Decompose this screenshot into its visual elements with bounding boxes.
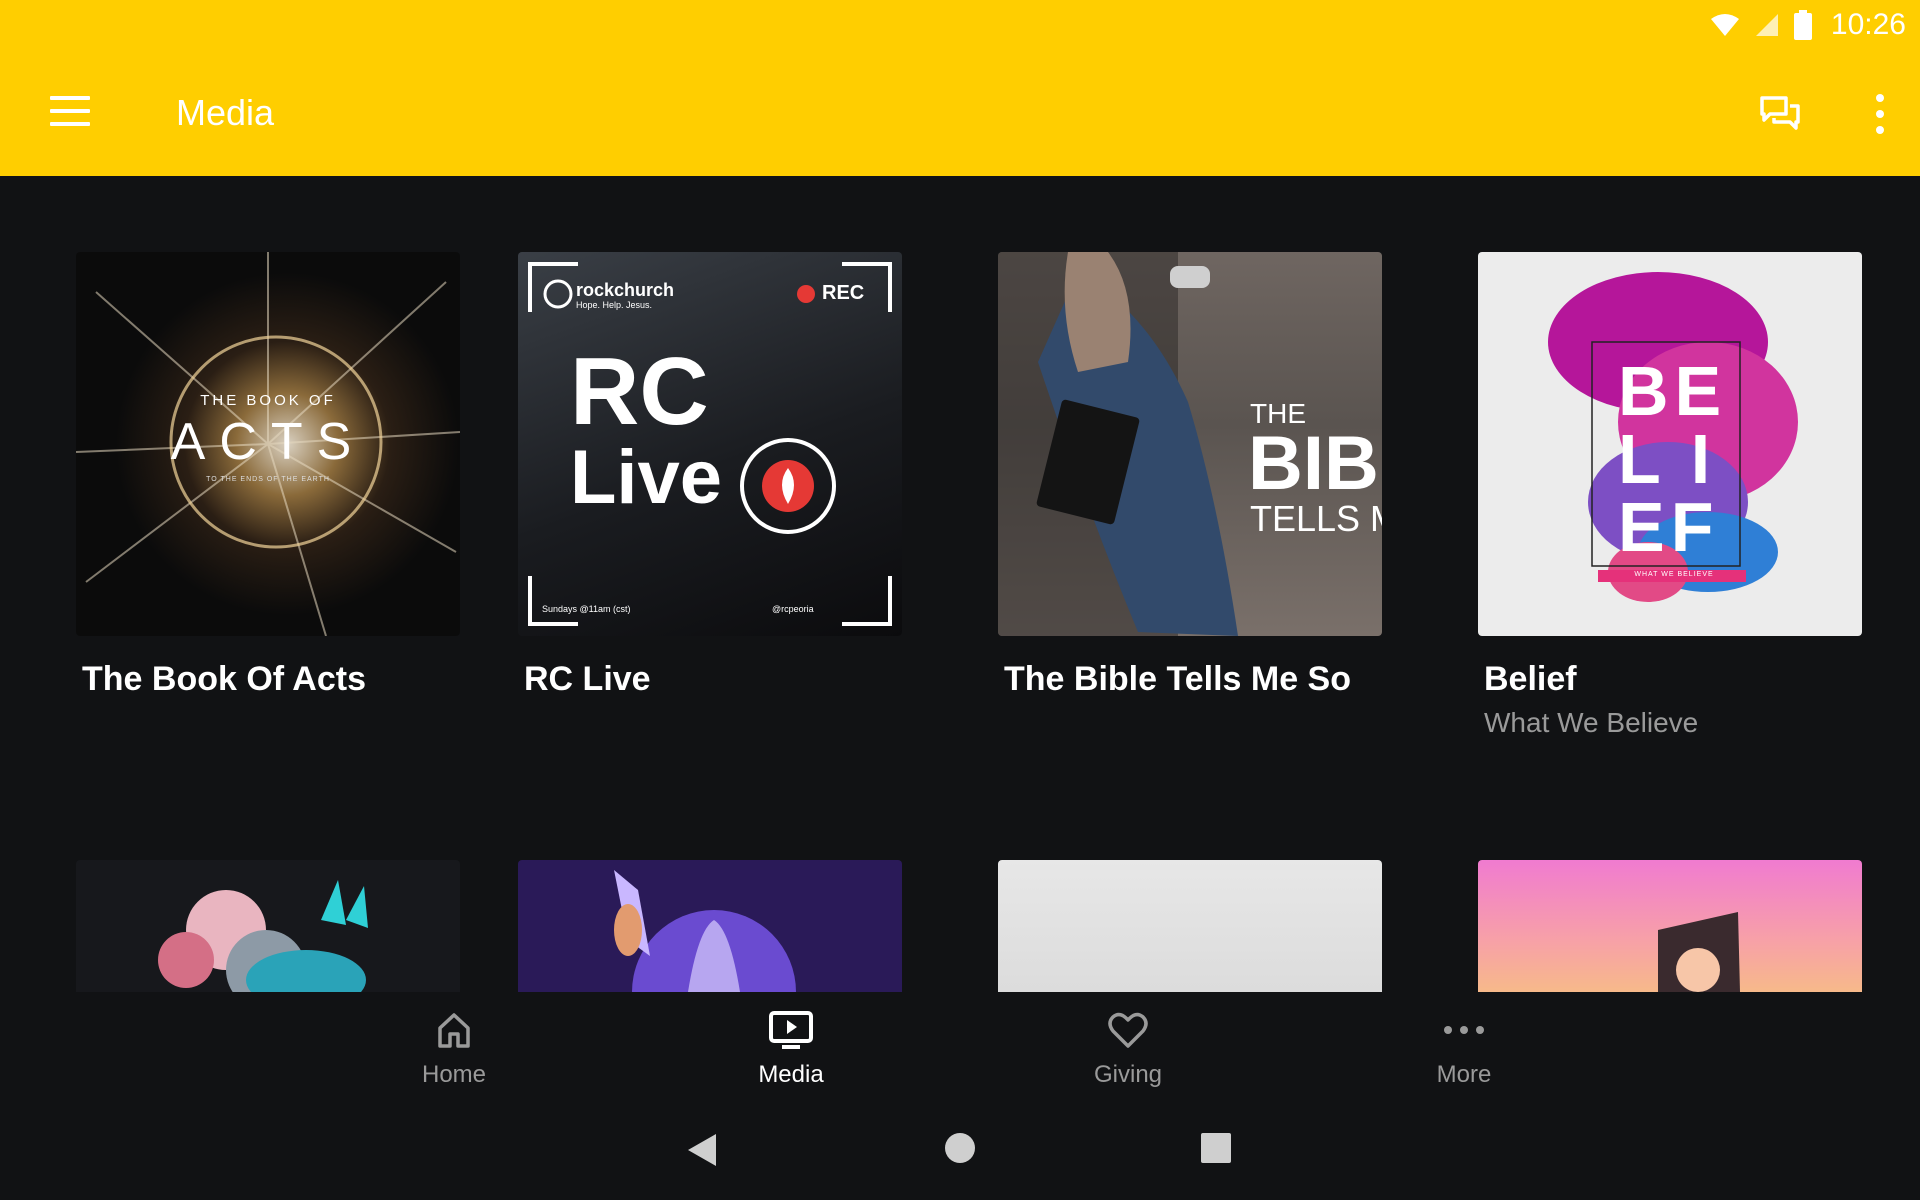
- battery-icon: [1794, 10, 1812, 40]
- card-title: The Book Of Acts: [82, 660, 366, 698]
- series-artwork: [518, 860, 902, 992]
- series-artwork: rockchurch Hope. Help. Jesus. REC RC Liv…: [518, 252, 902, 636]
- art-line1: RC: [570, 338, 709, 445]
- nav-giving[interactable]: Giving: [1048, 1010, 1208, 1089]
- nav-label: Home: [421, 1061, 487, 1088]
- nav-label: Giving: [1093, 1061, 1163, 1088]
- series-artwork: BE LI EF WHAT WE BELIEVE: [1478, 252, 1862, 636]
- recents-icon[interactable]: [1200, 1132, 1232, 1164]
- series-artwork: THE BIB TELLS M: [998, 252, 1382, 636]
- art-text-bottom: TO THE ENDS OF THE EARTH: [206, 476, 330, 483]
- art-footer: WHAT WE BELIEVE: [1634, 571, 1714, 578]
- status-icons: [1710, 10, 1812, 40]
- art-line3: EF: [1618, 488, 1720, 566]
- page-title: Media: [176, 92, 275, 133]
- series-artwork: [76, 860, 460, 992]
- media-icon: [769, 1011, 813, 1049]
- series-artwork: [998, 860, 1382, 992]
- media-card-belief[interactable]: BE LI EF WHAT WE BELIEVE Belief What We …: [1478, 252, 1862, 739]
- card-title: RC Live: [524, 660, 651, 698]
- heart-icon: [1108, 1012, 1148, 1048]
- back-icon[interactable]: [686, 1132, 718, 1168]
- art-tagline: Hope. Help. Jesus.: [576, 300, 653, 310]
- art-text-top: THE BOOK OF: [200, 392, 336, 409]
- nav-media[interactable]: Media: [711, 1010, 871, 1089]
- bottom-navigation: Home Media Giving More: [0, 992, 1920, 1100]
- status-time: 10:26: [1830, 8, 1906, 41]
- media-card-book-of-acts[interactable]: THE BOOK OF ACTS TO THE ENDS OF THE EART…: [76, 252, 460, 699]
- series-artwork: THE BOOK OF ACTS TO THE ENDS OF THE EART…: [76, 252, 460, 636]
- chat-icon[interactable]: [1758, 92, 1802, 136]
- card-subtitle: What We Believe: [1484, 707, 1699, 738]
- nav-more[interactable]: More: [1384, 1010, 1544, 1089]
- media-grid: THE BOOK OF ACTS TO THE ENDS OF THE EART…: [0, 176, 1920, 992]
- art-text-main: ACTS: [170, 413, 366, 471]
- art-line2: LI: [1618, 420, 1741, 498]
- art-footer-right: @rcpeoria: [772, 604, 814, 614]
- app-bar: 10:26 Media: [0, 0, 1920, 176]
- signal-icon: [1756, 14, 1778, 36]
- more-dots-icon: [1444, 1026, 1484, 1034]
- system-navigation-bar: [0, 1100, 1920, 1200]
- wifi-icon: [1711, 14, 1739, 36]
- home-circle-icon[interactable]: [944, 1132, 976, 1164]
- card-title: The Bible Tells Me So: [1004, 660, 1351, 698]
- media-card-bible-tells-me-so[interactable]: THE BIB TELLS M The Bible Tells Me So: [998, 252, 1382, 699]
- art-line1: BE: [1618, 352, 1728, 430]
- nav-home[interactable]: Home: [374, 1010, 534, 1089]
- nav-label: Media: [758, 1061, 824, 1088]
- art-brand: rockchurch: [576, 280, 675, 300]
- art-line2: Live: [570, 435, 723, 520]
- media-card-row2-1[interactable]: [76, 860, 460, 992]
- home-icon: [438, 1013, 470, 1048]
- art-footer-left: Sundays @11am (cst): [542, 604, 631, 614]
- overflow-menu-button[interactable]: [1872, 94, 1888, 134]
- art-line2: BIB: [1248, 421, 1379, 506]
- media-card-rc-live[interactable]: rockchurch Hope. Help. Jesus. REC RC Liv…: [518, 252, 902, 699]
- media-card-row2-4[interactable]: [1478, 860, 1862, 992]
- media-card-row2-3[interactable]: [998, 860, 1382, 992]
- menu-button[interactable]: [50, 96, 90, 126]
- card-title: Belief: [1484, 660, 1577, 698]
- nav-label: More: [1436, 1061, 1492, 1088]
- media-card-row2-2[interactable]: [518, 860, 902, 992]
- art-line3: TELLS M: [1250, 498, 1382, 539]
- art-rec: REC: [822, 282, 865, 304]
- series-artwork: [1478, 860, 1862, 992]
